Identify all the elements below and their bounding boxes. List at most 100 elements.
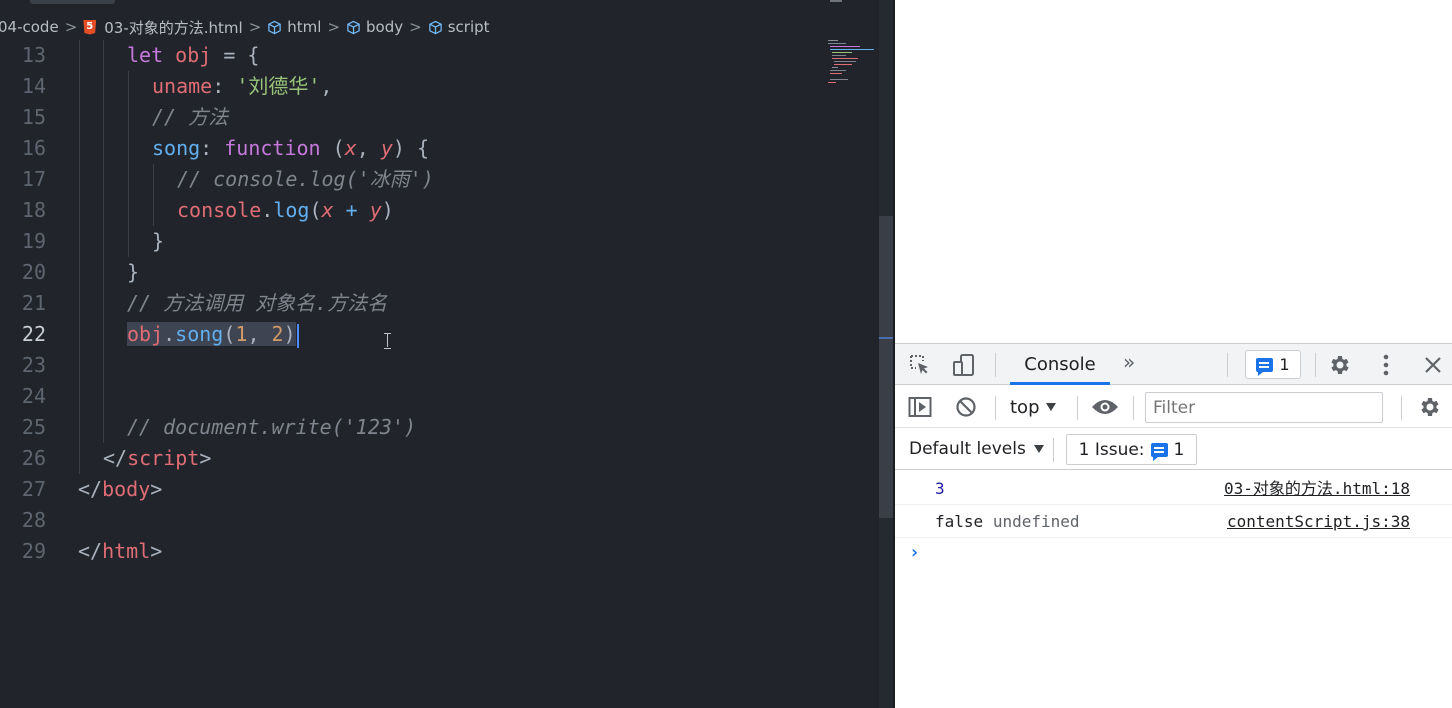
issues-badge[interactable]: 1 — [1245, 350, 1301, 379]
indent-guide — [153, 164, 154, 226]
inspect-element-icon — [910, 355, 928, 374]
sidebar-toggle-icon — [908, 397, 932, 417]
gear-icon — [1331, 356, 1349, 374]
code-line-15: // 方法 — [152, 105, 229, 129]
filter-input[interactable] — [1145, 392, 1383, 423]
device-toolbar-icon — [953, 354, 974, 376]
code-line-26: </script> — [103, 446, 212, 470]
editor-actions-icon[interactable] — [830, 0, 842, 2]
editor-scrollbar-thumb[interactable] — [879, 216, 893, 518]
editor-tab-strip — [0, 0, 893, 10]
indent-guide — [103, 40, 104, 443]
kebab-menu-icon — [1383, 354, 1389, 376]
line-number: 21 — [21, 291, 46, 315]
code-line-27: </body> — [78, 477, 163, 501]
toolbar-divider — [1227, 353, 1228, 377]
text-caret — [296, 323, 299, 348]
breadcrumb-body[interactable]: body — [346, 18, 403, 36]
code-line-22: obj.song(1, 2) — [127, 319, 299, 350]
page-viewport[interactable] — [895, 0, 1452, 343]
code-line-17: // console.log('冰雨') — [177, 167, 434, 191]
line-number-active: 22 — [21, 322, 46, 346]
code-editor[interactable]: 04-code > 03-对象的方法.html > html > body > … — [0, 0, 893, 708]
minimap[interactable] — [826, 38, 881, 98]
tab-console[interactable]: Console — [1010, 344, 1110, 385]
toolbar-divider — [1077, 396, 1078, 420]
code-line-16: song: function (x, y) { — [152, 136, 429, 160]
console-prompt[interactable]: › — [909, 542, 920, 563]
context-selector[interactable]: top — [1010, 386, 1056, 428]
line-number: 25 — [21, 415, 46, 439]
toolbar-divider — [995, 396, 996, 420]
line-number: 17 — [21, 167, 46, 191]
code-line-29: </html> — [78, 539, 163, 563]
inspect-element-icon[interactable] — [907, 352, 933, 378]
code-line-21: // 方法调用 对象名.方法名 — [127, 291, 388, 315]
breadcrumb-file[interactable]: 03-对象的方法.html — [83, 17, 243, 38]
breadcrumb-separator: > — [248, 18, 262, 36]
line-number: 23 — [21, 353, 46, 377]
line-number: 20 — [21, 260, 46, 284]
dropdown-arrow-icon — [1045, 403, 1056, 411]
toolbar-divider — [1315, 353, 1316, 377]
settings-gear-icon[interactable] — [1327, 352, 1353, 378]
console-message-source-link[interactable]: 03-对象的方法.html:18 — [1224, 473, 1410, 505]
gear-icon — [1421, 398, 1439, 416]
code-line-14: uname: '刘德华', — [152, 74, 333, 98]
code-line-25: // document.write('123') — [127, 415, 416, 439]
clear-console-icon — [956, 397, 976, 417]
dropdown-arrow-icon — [1033, 445, 1044, 453]
html5-icon — [83, 19, 97, 35]
kebab-menu-icon[interactable] — [1373, 352, 1399, 378]
browser-window: Console » 1 top Filter Default levels 1 … — [893, 0, 1452, 708]
breadcrumb-separator: > — [64, 18, 78, 36]
show-sidebar-icon[interactable] — [907, 394, 933, 420]
editor-tab[interactable] — [30, 0, 115, 4]
issues-button[interactable]: 1 Issue: 1 — [1066, 434, 1197, 465]
code-line-19: } — [152, 229, 165, 253]
line-number: 16 — [21, 136, 46, 160]
line-number: 14 — [21, 74, 46, 98]
line-number: 28 — [21, 508, 46, 532]
log-levels-dropdown[interactable]: Default levels — [909, 428, 1044, 470]
line-number: 13 — [21, 43, 46, 67]
breadcrumb-script[interactable]: script — [428, 18, 490, 36]
breadcrumb-folder[interactable]: 04-code — [0, 18, 59, 36]
console-settings-icon[interactable] — [1417, 394, 1443, 420]
toolbar-divider — [995, 353, 996, 377]
line-number: 27 — [21, 477, 46, 501]
breadcrumb: 04-code > 03-对象的方法.html > html > body > … — [0, 10, 893, 44]
console-message-source-link[interactable]: contentScript.js:38 — [1227, 506, 1410, 538]
console-message-value: false undefined — [935, 512, 1080, 531]
code-line-13: let obj = { — [127, 43, 260, 67]
message-icon — [1150, 442, 1168, 461]
toolbar-divider — [1401, 396, 1402, 420]
text-selection: obj.song(1, 2) — [127, 322, 296, 346]
indent-guide — [128, 71, 129, 257]
more-tabs-button[interactable]: » — [1123, 350, 1135, 374]
clear-console-icon[interactable] — [953, 394, 979, 420]
eye-icon — [1092, 400, 1118, 414]
toolbar-divider — [1133, 396, 1134, 420]
console-message: 3 03-对象的方法.html:18 — [895, 473, 1452, 505]
line-number: 26 — [21, 446, 46, 470]
line-number: 29 — [21, 539, 46, 563]
devtools-panel: Console » 1 top Filter Default levels 1 … — [895, 343, 1452, 708]
live-expression-eye-icon[interactable] — [1090, 394, 1120, 420]
close-icon — [1425, 357, 1441, 373]
indent-guide — [79, 40, 80, 474]
console-message-value: 3 — [935, 479, 945, 498]
message-icon — [1256, 357, 1274, 376]
mouse-ibeam-cursor — [384, 333, 392, 349]
line-number: 24 — [21, 384, 46, 408]
device-toolbar-icon[interactable] — [951, 352, 977, 378]
toolbar-divider — [1053, 438, 1054, 462]
cube-icon — [428, 20, 442, 34]
breadcrumb-separator: > — [327, 18, 341, 36]
close-devtools-icon[interactable] — [1420, 352, 1446, 378]
breadcrumb-html[interactable]: html — [267, 18, 321, 36]
code-line-20: } — [127, 260, 140, 284]
cube-icon — [268, 20, 282, 34]
line-number: 15 — [21, 105, 46, 129]
cube-icon — [347, 20, 360, 34]
